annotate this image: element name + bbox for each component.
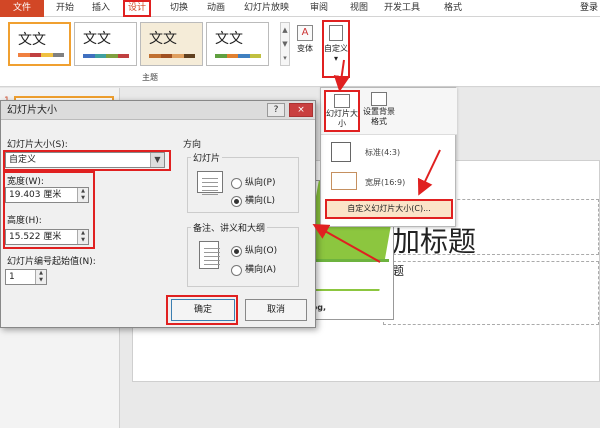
theme-thumb-3[interactable]: 文文	[140, 22, 203, 66]
radio-notes-portrait[interactable]: 纵向(O)	[231, 245, 277, 257]
tab-home[interactable]: 开始	[56, 0, 74, 17]
theme-thumb-label: 文文	[149, 31, 177, 47]
customize-dropdown: 幻灯片大小 设置背景格式 标准(4:3) 宽屏(16:9) 自定义幻灯片大小(C…	[320, 87, 457, 227]
start-number-input[interactable]: 1 ▲ ▼	[5, 269, 47, 285]
option-widescreen[interactable]: 宽屏(16:9)	[331, 172, 451, 194]
slide-size-dialog: 幻灯片大小 ? × 幻灯片大小(S): 自定义 ▼ 宽度(W): 19.403 …	[0, 100, 316, 328]
landscape-page-icon	[197, 171, 223, 193]
theme-thumb-1[interactable]: 文文	[8, 22, 71, 66]
option-standard-label: 标准(4:3)	[365, 148, 401, 157]
option-standard[interactable]: 标准(4:3)	[331, 142, 451, 164]
theme-thumb-4[interactable]: 文文	[206, 22, 269, 66]
tab-format[interactable]: 格式	[444, 0, 462, 17]
tab-developer[interactable]: 开发工具	[384, 0, 420, 17]
format-background-button[interactable]: 设置背景格式	[361, 90, 397, 132]
tab-design[interactable]: 设计	[123, 0, 152, 17]
size-label: 幻灯片大小(S):	[7, 140, 68, 150]
theme-gallery-scroll[interactable]: ▲ ▼ ▾	[280, 22, 290, 66]
format-background-label: 设置背景格式	[363, 107, 395, 126]
document-icon	[329, 25, 343, 41]
help-button[interactable]: ?	[267, 103, 285, 117]
variant-button[interactable]: A 变体	[292, 23, 318, 73]
widescreen-ratio-icon	[331, 172, 357, 190]
theme-thumb-label: 文文	[83, 31, 111, 47]
customize-button[interactable]: 自定义 ▾	[322, 20, 350, 78]
ribbon-tab-bar: 文件 开始 插入 设计 切换 动画 幻灯片放映 审阅 视图 开发工具 格式 登录	[0, 0, 600, 17]
theme-thumb-label: 文文	[215, 31, 243, 47]
tab-review[interactable]: 审阅	[310, 0, 328, 17]
group-label-theme: 主题	[142, 73, 158, 82]
radio-notes-landscape[interactable]: 横向(A)	[231, 264, 276, 276]
tab-view[interactable]: 视图	[350, 0, 368, 17]
theme-thumb-2[interactable]: 文文	[74, 22, 137, 66]
portrait-page-icon	[199, 241, 220, 269]
slide-size-label: 幻灯片大小	[326, 109, 358, 128]
login-link[interactable]: 登录	[580, 0, 598, 17]
start-number-label: 幻灯片编号起始值(N):	[7, 257, 96, 267]
tab-animations[interactable]: 动画	[207, 0, 225, 17]
ribbon-design: 文文 文文 文文 文文 ▲ ▼ ▾ 主题 A 变体 自定义 ▾	[0, 17, 600, 87]
paint-bucket-icon	[371, 92, 387, 106]
tab-transitions[interactable]: 切换	[170, 0, 188, 17]
start-number-stepper[interactable]: ▲ ▼	[35, 270, 46, 284]
close-button[interactable]: ×	[289, 103, 313, 117]
notes-group-title: 备注、讲义和大纲	[191, 221, 268, 234]
radio-portrait[interactable]: 纵向(P)	[231, 177, 275, 189]
radio-landscape[interactable]: 横向(L)	[231, 195, 275, 207]
custom-slide-size-item[interactable]: 自定义幻灯片大小(C)...	[325, 199, 453, 219]
variant-label: 变体	[297, 44, 313, 53]
option-widescreen-label: 宽屏(16:9)	[365, 178, 406, 187]
subtitle-placeholder[interactable]	[383, 261, 599, 325]
tab-slideshow[interactable]: 幻灯片放映	[244, 0, 289, 17]
slide-size-icon	[334, 94, 350, 108]
standard-ratio-icon	[331, 142, 351, 162]
chevron-down-icon: ▾	[333, 54, 338, 63]
tab-insert[interactable]: 插入	[92, 0, 110, 17]
cancel-button[interactable]: 取消	[245, 299, 307, 321]
tab-file[interactable]: 文件	[0, 0, 44, 17]
orientation-label: 方向	[183, 140, 202, 150]
ok-button-highlight	[166, 295, 238, 325]
slides-group-title: 幻灯片	[191, 151, 223, 164]
customize-label: 自定义	[324, 44, 348, 53]
theme-thumb-label: 文文	[18, 32, 46, 48]
variant-icon: A	[297, 25, 313, 41]
slide-size-button[interactable]: 幻灯片大小	[324, 90, 360, 132]
